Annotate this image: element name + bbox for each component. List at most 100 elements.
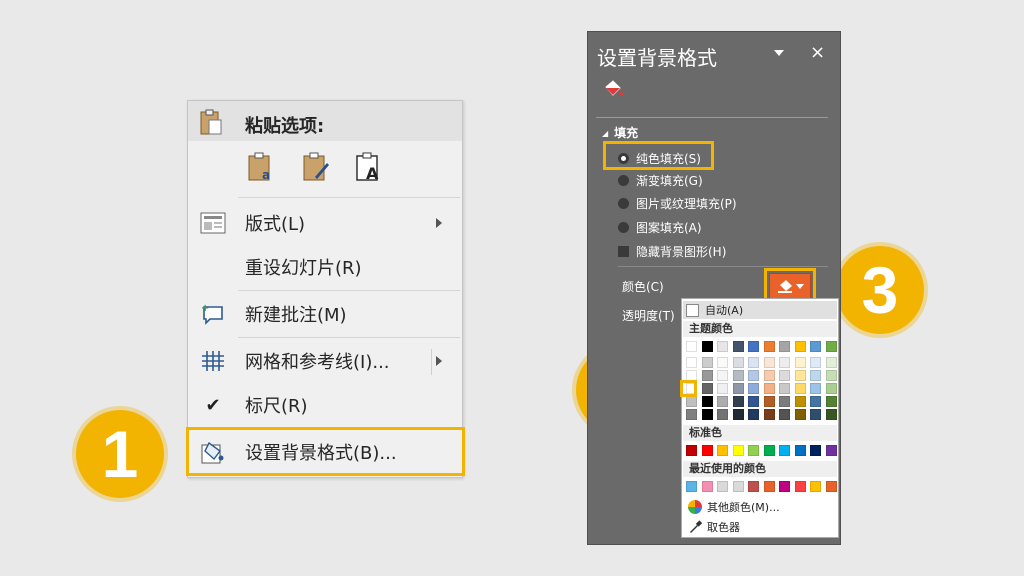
color-swatch[interactable] bbox=[779, 396, 790, 407]
color-swatch[interactable] bbox=[825, 409, 837, 420]
color-swatch[interactable] bbox=[810, 445, 821, 456]
close-icon[interactable]: × bbox=[810, 42, 825, 63]
color-swatch[interactable] bbox=[732, 481, 744, 492]
menu-item-grids-guides[interactable]: 网格和参考线(I)... bbox=[188, 341, 462, 381]
color-swatch[interactable] bbox=[701, 445, 713, 456]
color-swatch[interactable] bbox=[779, 481, 790, 492]
color-swatch[interactable] bbox=[763, 396, 775, 407]
color-swatch[interactable] bbox=[717, 396, 728, 407]
color-swatch[interactable] bbox=[732, 445, 744, 456]
color-swatch[interactable] bbox=[748, 357, 759, 368]
color-swatch[interactable] bbox=[732, 370, 744, 381]
color-swatch[interactable] bbox=[748, 396, 759, 407]
color-swatch[interactable] bbox=[732, 383, 744, 394]
color-swatch[interactable] bbox=[717, 341, 728, 352]
color-swatch[interactable] bbox=[810, 409, 821, 420]
color-swatch[interactable] bbox=[810, 481, 821, 492]
color-swatch[interactable] bbox=[794, 357, 806, 368]
color-swatch[interactable] bbox=[794, 396, 806, 407]
color-swatch[interactable] bbox=[794, 445, 806, 456]
color-swatch[interactable] bbox=[825, 370, 837, 381]
radio-gradient-fill[interactable]: 渐变填充(G) bbox=[618, 170, 703, 190]
color-swatch[interactable] bbox=[763, 409, 775, 420]
color-swatch[interactable] bbox=[763, 383, 775, 394]
color-swatch[interactable] bbox=[701, 409, 713, 420]
color-swatch[interactable] bbox=[763, 445, 775, 456]
paste-keep-text-only-icon[interactable]: A bbox=[354, 151, 384, 187]
color-swatch[interactable] bbox=[717, 357, 728, 368]
recent-colors-header: 最近使用的颜色 bbox=[683, 461, 837, 477]
color-swatch[interactable] bbox=[748, 370, 759, 381]
color-swatch[interactable] bbox=[717, 445, 728, 456]
color-swatch[interactable] bbox=[686, 481, 697, 492]
color-swatch[interactable] bbox=[779, 383, 790, 394]
color-swatch[interactable] bbox=[717, 370, 728, 381]
color-swatch[interactable] bbox=[794, 409, 806, 420]
color-swatch[interactable] bbox=[810, 370, 821, 381]
radio-pattern-fill[interactable]: 图案填充(A) bbox=[618, 217, 702, 237]
menu-item-layout[interactable]: 版式(L) bbox=[188, 203, 462, 243]
color-swatch[interactable] bbox=[717, 409, 728, 420]
color-swatch[interactable] bbox=[732, 341, 744, 352]
color-swatch[interactable] bbox=[794, 383, 806, 394]
menu-item-new-comment[interactable]: + 新建批注(M) bbox=[188, 294, 462, 334]
paste-keep-source-formatting-icon[interactable] bbox=[301, 151, 331, 187]
color-swatch[interactable] bbox=[686, 341, 697, 352]
color-swatch[interactable] bbox=[794, 481, 806, 492]
color-swatch[interactable] bbox=[825, 341, 837, 352]
color-swatch[interactable] bbox=[794, 341, 806, 352]
color-swatch[interactable] bbox=[763, 481, 775, 492]
color-swatch[interactable] bbox=[810, 383, 821, 394]
color-swatch[interactable] bbox=[686, 357, 697, 368]
color-swatch[interactable] bbox=[779, 409, 790, 420]
color-swatch[interactable] bbox=[825, 481, 837, 492]
color-swatch[interactable] bbox=[779, 357, 790, 368]
color-swatch[interactable] bbox=[701, 383, 713, 394]
color-swatch[interactable] bbox=[779, 370, 790, 381]
color-swatch[interactable] bbox=[686, 396, 697, 407]
radio-picture-texture-fill[interactable]: 图片或纹理填充(P) bbox=[618, 193, 737, 213]
menu-item-ruler[interactable]: ✔ 标尺(R) bbox=[188, 385, 462, 425]
color-swatch[interactable] bbox=[825, 396, 837, 407]
color-swatch[interactable] bbox=[748, 383, 759, 394]
submenu-arrow-icon bbox=[436, 218, 442, 228]
color-swatch[interactable] bbox=[732, 357, 744, 368]
color-swatch[interactable] bbox=[825, 383, 837, 394]
color-swatch[interactable] bbox=[732, 409, 744, 420]
color-swatch[interactable] bbox=[825, 357, 837, 368]
color-swatch[interactable] bbox=[717, 481, 728, 492]
color-swatch[interactable] bbox=[686, 409, 697, 420]
menu-item-reset-slide[interactable]: 重设幻灯片(R) bbox=[188, 247, 462, 287]
color-swatch[interactable] bbox=[825, 445, 837, 456]
fill-bucket-icon[interactable] bbox=[602, 79, 624, 101]
color-swatch[interactable] bbox=[732, 396, 744, 407]
color-swatch[interactable] bbox=[810, 341, 821, 352]
color-swatch[interactable] bbox=[779, 445, 790, 456]
pane-options-icon[interactable] bbox=[774, 50, 784, 56]
color-swatch[interactable] bbox=[717, 383, 728, 394]
color-swatch[interactable] bbox=[701, 341, 713, 352]
paste-use-destination-theme-icon[interactable]: a bbox=[246, 151, 276, 187]
automatic-color-option[interactable]: 自动(A) bbox=[683, 301, 837, 319]
color-swatch[interactable] bbox=[763, 357, 775, 368]
color-swatch[interactable] bbox=[748, 481, 759, 492]
color-swatch[interactable] bbox=[763, 370, 775, 381]
color-swatch[interactable] bbox=[701, 370, 713, 381]
color-swatch[interactable] bbox=[748, 341, 759, 352]
color-swatch[interactable] bbox=[810, 396, 821, 407]
color-label: 颜色(C) bbox=[622, 280, 664, 294]
eyedropper-option[interactable]: 取色器 bbox=[688, 519, 740, 535]
color-swatch[interactable] bbox=[686, 445, 697, 456]
fill-section-header[interactable]: 填充 bbox=[602, 124, 638, 141]
color-swatch[interactable] bbox=[794, 370, 806, 381]
color-swatch[interactable] bbox=[701, 481, 713, 492]
color-swatch[interactable] bbox=[810, 357, 821, 368]
color-swatch[interactable] bbox=[701, 396, 713, 407]
color-swatch[interactable] bbox=[748, 445, 759, 456]
color-swatch[interactable] bbox=[701, 357, 713, 368]
more-colors-option[interactable]: 其他颜色(M)... bbox=[688, 499, 780, 515]
color-swatch[interactable] bbox=[763, 341, 775, 352]
checkbox-hide-background-graphics[interactable]: 隐藏背景图形(H) bbox=[618, 241, 726, 261]
color-swatch[interactable] bbox=[748, 409, 759, 420]
color-swatch[interactable] bbox=[779, 341, 790, 352]
